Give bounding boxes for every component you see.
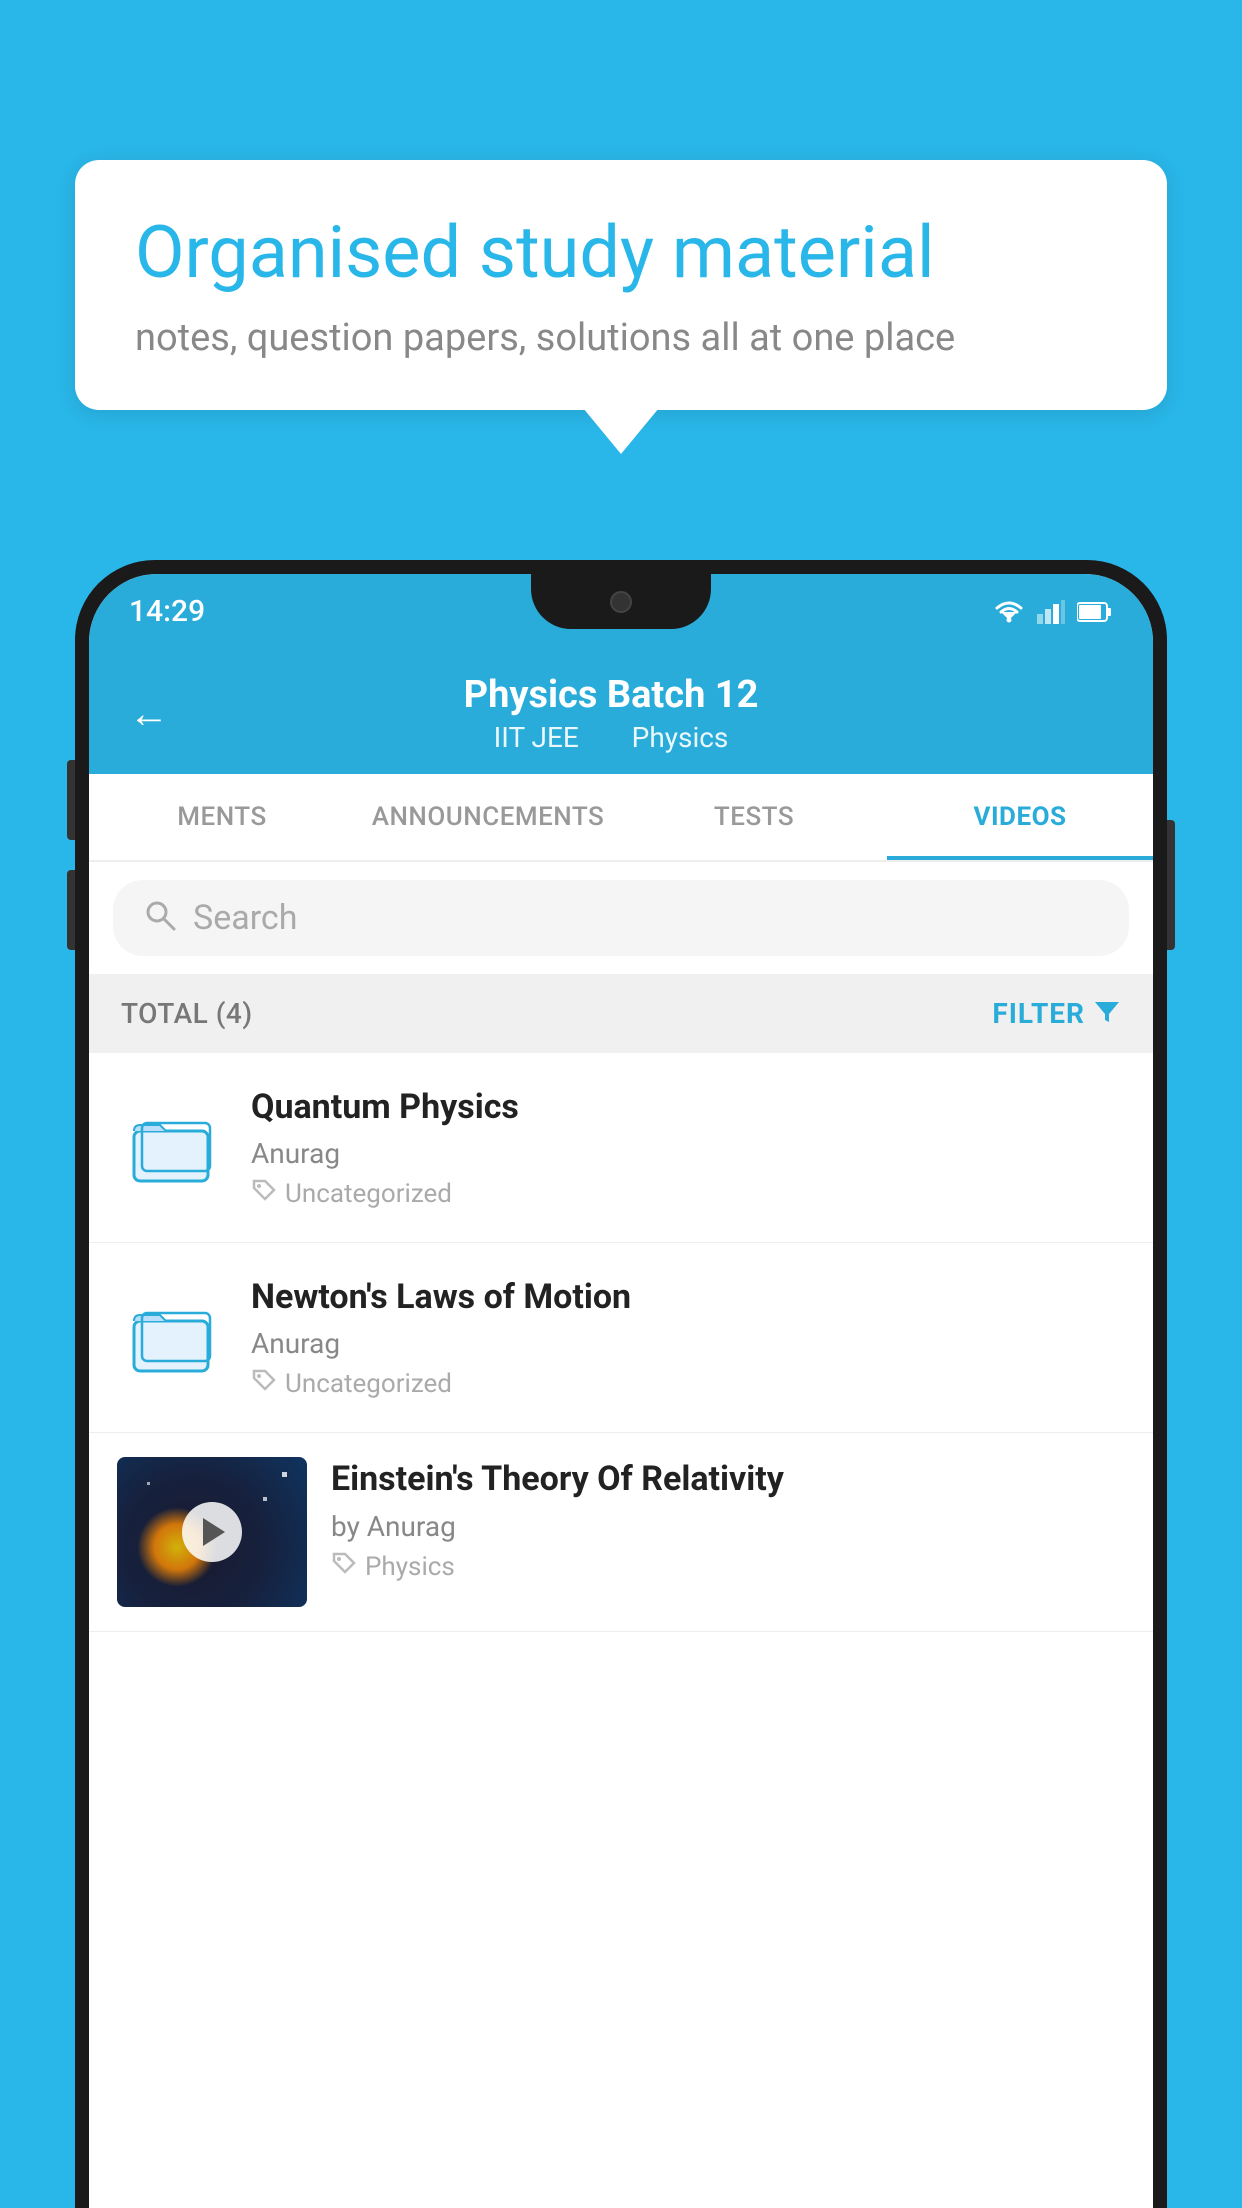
- folder-icon: [132, 1298, 212, 1378]
- filter-label: FILTER: [992, 997, 1085, 1030]
- app-header: ← Physics Batch 12 IIT JEE Physics: [89, 649, 1153, 774]
- header-subtitle-part1: IIT JEE: [494, 721, 579, 754]
- folder-icon: [132, 1108, 212, 1188]
- status-icons: [993, 600, 1113, 624]
- tab-tests[interactable]: TESTS: [621, 774, 887, 860]
- back-button[interactable]: ←: [129, 694, 169, 734]
- filter-bar: TOTAL (4) FILTER: [89, 974, 1153, 1053]
- filter-icon: [1093, 996, 1121, 1031]
- tab-announcements[interactable]: ANNOUNCEMENTS: [355, 774, 621, 860]
- video-list: Quantum Physics Anurag Uncategorized: [89, 1053, 1153, 2208]
- bubble-subtitle: notes, question papers, solutions all at…: [135, 316, 1107, 360]
- video-author: Anurag: [251, 1327, 1125, 1360]
- list-item[interactable]: Newton's Laws of Motion Anurag Uncategor…: [89, 1243, 1153, 1433]
- tab-videos[interactable]: VIDEOS: [887, 774, 1153, 860]
- search-box[interactable]: Search: [113, 880, 1129, 956]
- video-tag-text: Physics: [365, 1552, 455, 1582]
- volume-up-button: [67, 760, 75, 840]
- power-button: [1167, 820, 1175, 950]
- video-tag-text: Uncategorized: [285, 1369, 452, 1399]
- volume-down-button: [67, 870, 75, 950]
- tag-icon: [251, 1368, 277, 1400]
- tabs-bar: MENTS ANNOUNCEMENTS TESTS VIDEOS: [89, 774, 1153, 862]
- notch: [531, 574, 711, 629]
- video-info: Quantum Physics Anurag Uncategorized: [251, 1085, 1125, 1210]
- tag-icon: [331, 1551, 357, 1583]
- header-subtitle-sep: [602, 721, 616, 754]
- video-tag: Physics: [331, 1551, 1125, 1583]
- play-triangle-icon: [203, 1518, 225, 1546]
- camera: [610, 591, 632, 613]
- bubble-title: Organised study material: [135, 210, 1107, 296]
- video-info: Einstein's Theory Of Relativity by Anura…: [331, 1457, 1125, 1582]
- list-item[interactable]: Einstein's Theory Of Relativity by Anura…: [89, 1433, 1153, 1632]
- phone-screen: 14:29: [89, 574, 1153, 2208]
- total-count: TOTAL (4): [121, 997, 253, 1030]
- video-tag: Uncategorized: [251, 1178, 1125, 1210]
- video-author: Anurag: [251, 1137, 1125, 1170]
- video-info: Newton's Laws of Motion Anurag Uncategor…: [251, 1275, 1125, 1400]
- status-time: 14:29: [129, 594, 205, 629]
- video-author: by Anurag: [331, 1510, 1125, 1543]
- play-button[interactable]: [182, 1502, 242, 1562]
- status-bar: 14:29: [89, 574, 1153, 649]
- signal-icon: [1037, 600, 1065, 624]
- search-placeholder: Search: [193, 898, 297, 938]
- header-title: Physics Batch 12: [189, 673, 1033, 717]
- battery-icon: [1077, 601, 1113, 623]
- video-title: Einstein's Theory Of Relativity: [331, 1457, 1125, 1501]
- header-subtitle: IIT JEE Physics: [189, 721, 1033, 754]
- header-title-block: Physics Batch 12 IIT JEE Physics: [189, 673, 1033, 754]
- wifi-icon: [993, 600, 1025, 624]
- video-tag-text: Uncategorized: [285, 1179, 452, 1209]
- header-subtitle-part2: Physics: [632, 721, 729, 754]
- folder-icon-wrap: [117, 1103, 227, 1193]
- folder-icon-wrap: [117, 1293, 227, 1383]
- filter-button[interactable]: FILTER: [992, 996, 1121, 1031]
- phone-frame: 14:29: [75, 560, 1167, 2208]
- search-container: Search: [89, 862, 1153, 974]
- video-tag: Uncategorized: [251, 1368, 1125, 1400]
- video-thumbnail: [117, 1457, 307, 1607]
- video-title: Newton's Laws of Motion: [251, 1275, 1125, 1319]
- tag-icon: [251, 1178, 277, 1210]
- search-icon: [143, 898, 177, 938]
- tab-ments[interactable]: MENTS: [89, 774, 355, 860]
- video-title: Quantum Physics: [251, 1085, 1125, 1129]
- speech-bubble: Organised study material notes, question…: [75, 160, 1167, 410]
- list-item[interactable]: Quantum Physics Anurag Uncategorized: [89, 1053, 1153, 1243]
